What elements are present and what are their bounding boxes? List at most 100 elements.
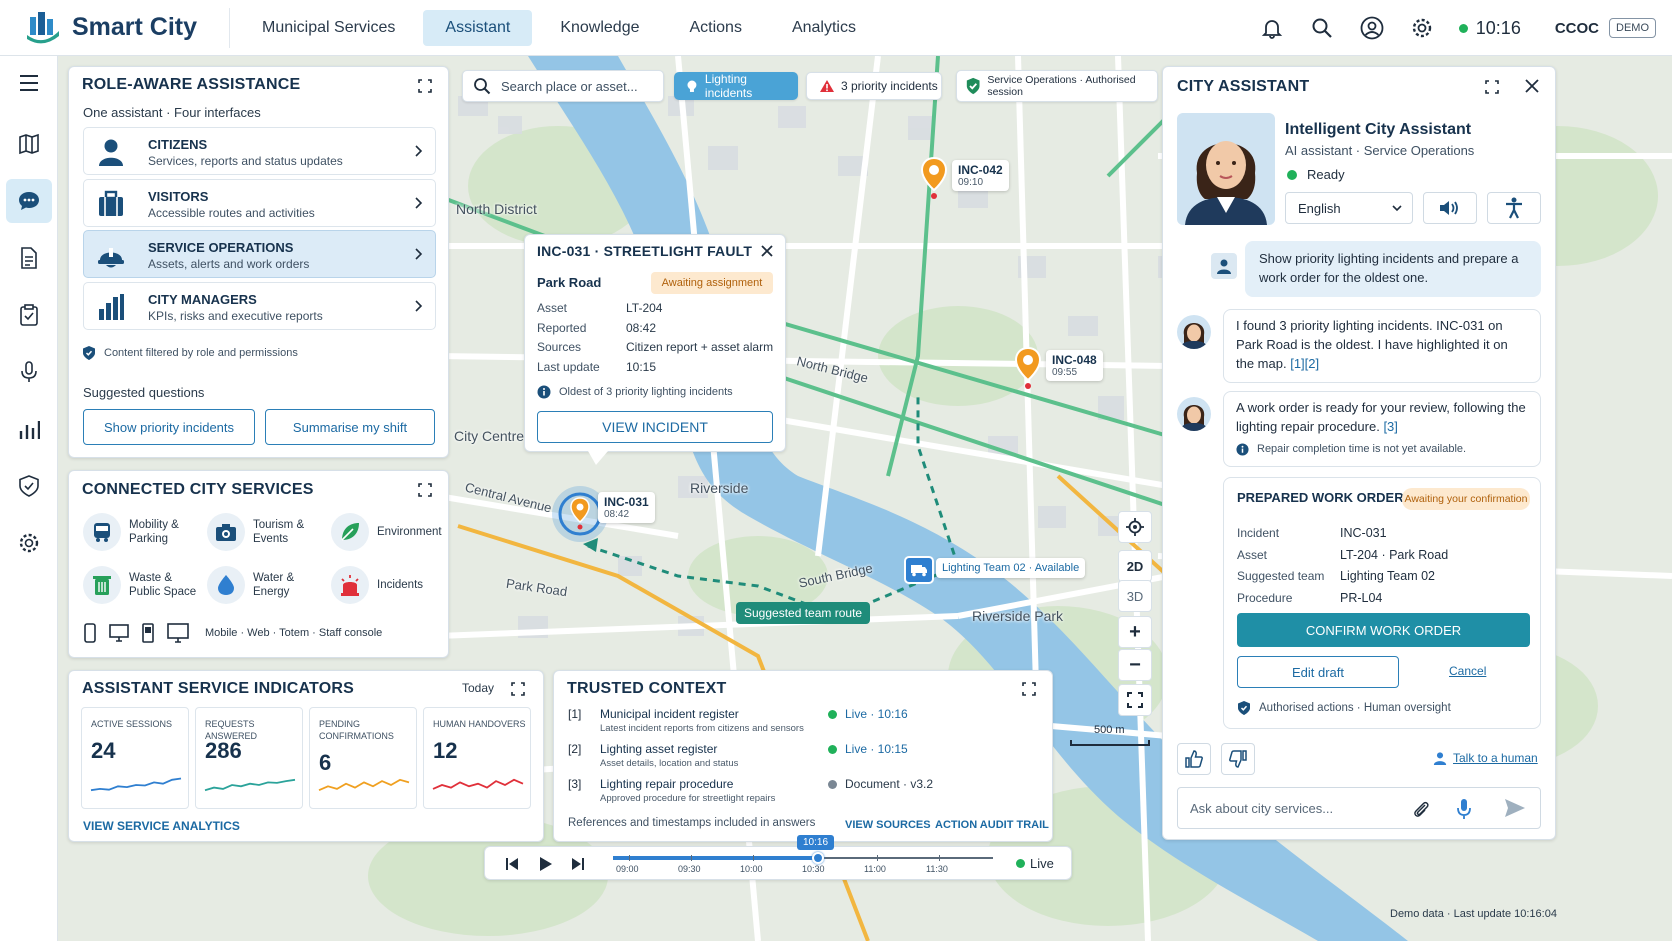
rail-button-chat[interactable]: [6, 179, 52, 223]
search-icon[interactable]: [1309, 15, 1335, 41]
lighting-incidents-filter[interactable]: Lighting incidents: [674, 72, 798, 100]
rail-button-settings[interactable]: [6, 521, 52, 565]
nav-tab-analytics[interactable]: Analytics: [770, 10, 878, 46]
skip-forward-icon[interactable]: [571, 857, 585, 871]
rail-button-map[interactable]: [6, 122, 52, 166]
team-vehicle-icon[interactable]: [904, 556, 934, 584]
role-card-visitors[interactable]: VISITORS Accessible routes and activities: [83, 179, 436, 227]
reference-number: [2]: [568, 742, 582, 756]
chat-input-box[interactable]: Ask about city services...: [1177, 787, 1541, 829]
microphone-icon[interactable]: [1456, 798, 1472, 820]
timeline-handle[interactable]: [812, 852, 824, 864]
close-icon[interactable]: [761, 245, 773, 257]
service-label-2: Parking: [129, 533, 168, 545]
rail-button-microphone[interactable]: [6, 350, 52, 394]
edit-draft-button[interactable]: Edit draft: [1237, 656, 1399, 688]
view-incident-button[interactable]: VIEW INCIDENT: [537, 411, 773, 443]
service-alarm[interactable]: Incidents: [331, 566, 423, 604]
assistant-avatar: [1177, 113, 1275, 225]
skip-back-icon[interactable]: [505, 857, 519, 871]
status-dot: [1287, 170, 1297, 180]
service-trash[interactable]: Waste & Public Space: [83, 566, 196, 604]
role-card-service-operations[interactable]: SERVICE OPERATIONS Assets, alerts and wor…: [83, 230, 436, 278]
view-3d-button[interactable]: 3D: [1118, 580, 1152, 612]
nav-tab-municipal-services[interactable]: Municipal Services: [240, 10, 417, 46]
session-status-chip: Service Operations · Authorised session: [956, 70, 1158, 102]
paperclip-icon[interactable]: [1412, 799, 1430, 819]
context-reference[interactable]: [3] Lighting repair procedure Approved pro…: [554, 777, 1054, 809]
view-2d-button[interactable]: 2D: [1118, 550, 1152, 582]
role-card-city-managers[interactable]: CITY MANAGERS KPIs, risks and executive r…: [83, 282, 436, 330]
nav-tab-knowledge[interactable]: Knowledge: [538, 10, 661, 46]
service-water-drop[interactable]: Water & Energy: [207, 566, 294, 604]
search-input[interactable]: Search place or asset...: [501, 79, 638, 94]
nav-tab-actions[interactable]: Actions: [667, 10, 763, 46]
kpi-card[interactable]: ACTIVE SESSIONS 24: [81, 707, 189, 809]
zoom-in-button[interactable]: +: [1118, 616, 1152, 648]
live-label[interactable]: Live: [1030, 856, 1054, 871]
bell-icon[interactable]: [1259, 15, 1285, 41]
language-select[interactable]: English: [1285, 192, 1413, 224]
fullscreen-map-button[interactable]: [1118, 684, 1152, 716]
service-label: Tourism &: [253, 519, 305, 531]
citation-link[interactable]: [3]: [1383, 419, 1397, 434]
rail-button-menu[interactable]: [6, 61, 52, 105]
priority-incidents-filter[interactable]: 3 priority incidents: [806, 72, 942, 100]
priority-incidents-question[interactable]: Show priority incidents: [83, 409, 255, 445]
close-icon[interactable]: [1525, 79, 1539, 93]
popup-status: Awaiting assignment: [651, 272, 773, 294]
thumbs-down-button[interactable]: [1221, 743, 1255, 775]
send-icon[interactable]: [1504, 798, 1526, 818]
play-icon[interactable]: [539, 856, 553, 872]
rail-button-document[interactable]: [6, 236, 52, 280]
service-leaf[interactable]: Environment: [331, 513, 442, 551]
assistant-panel-title: CITY ASSISTANT: [1177, 78, 1310, 95]
citation-link[interactable]: [1][2]: [1290, 356, 1319, 371]
audit-trail-link[interactable]: ACTION AUDIT TRAIL: [935, 819, 1049, 831]
rail-button-shield[interactable]: [6, 464, 52, 508]
zoom-out-button[interactable]: −: [1118, 649, 1152, 681]
expand-icon[interactable]: [418, 483, 432, 497]
rail-button-clipboard[interactable]: [6, 293, 52, 337]
reference-status: Live · 10:16: [845, 707, 908, 721]
summarise-shift-question[interactable]: Summarise my shift: [265, 409, 435, 445]
map-scale: 500 m: [1070, 724, 1150, 746]
accessibility-button[interactable]: [1487, 192, 1541, 224]
chat-input[interactable]: Ask about city services...: [1190, 801, 1333, 816]
expand-icon[interactable]: [511, 682, 525, 696]
speaker-button[interactable]: [1423, 192, 1477, 224]
map-search[interactable]: Search place or asset...: [462, 70, 664, 102]
service-bus[interactable]: Mobility & Parking: [83, 513, 179, 551]
user-icon[interactable]: [1359, 15, 1385, 41]
confirm-work-order-button[interactable]: CONFIRM WORK ORDER: [1237, 613, 1530, 647]
accessibility-icon: [1506, 197, 1522, 219]
kpi-card[interactable]: HUMAN HANDOVERS 12: [423, 707, 531, 809]
kpi-card[interactable]: REQUESTS ANSWERED 286: [195, 707, 303, 809]
view-sources-link[interactable]: VIEW SOURCES: [845, 819, 931, 831]
view-analytics-link[interactable]: VIEW SERVICE ANALYTICS: [83, 819, 240, 833]
app-logo[interactable]: Smart City: [0, 7, 230, 48]
nav-tab-assistant[interactable]: Assistant: [423, 9, 533, 46]
incident-label-inc-048: INC-048 09:55: [1046, 350, 1103, 381]
expand-icon[interactable]: [418, 79, 432, 93]
talk-to-human-link[interactable]: Talk to a human: [1433, 751, 1538, 765]
context-reference[interactable]: [1] Municipal incident register Latest inc…: [554, 707, 1054, 739]
app-name: Smart City: [72, 13, 198, 41]
cancel-link[interactable]: Cancel: [1449, 664, 1486, 678]
team-label: Lighting Team 02 · Available: [936, 558, 1086, 578]
incident-marker-inc-048[interactable]: [1014, 346, 1042, 390]
rail-button-bar-chart[interactable]: [6, 407, 52, 451]
expand-icon[interactable]: [1485, 80, 1499, 94]
indicators-period[interactable]: Today: [462, 681, 494, 695]
locate-button[interactable]: [1118, 511, 1152, 543]
expand-icon[interactable]: [1022, 682, 1036, 696]
channels-row: Mobile · Web · Totem · Staff console: [83, 623, 382, 643]
map-label-riverside: Riverside: [690, 480, 749, 496]
role-card-citizens[interactable]: CITIZENS Services, reports and status upd…: [83, 127, 436, 175]
gear-icon[interactable]: [1409, 15, 1435, 41]
incident-marker-inc-042[interactable]: [920, 156, 948, 200]
service-camera[interactable]: Tourism & Events: [207, 513, 304, 551]
kpi-card[interactable]: PENDING CONFIRMATIONS 6: [309, 707, 417, 809]
context-reference[interactable]: [2] Lighting asset register Asset details,…: [554, 742, 1054, 774]
thumbs-up-button[interactable]: [1177, 743, 1211, 775]
